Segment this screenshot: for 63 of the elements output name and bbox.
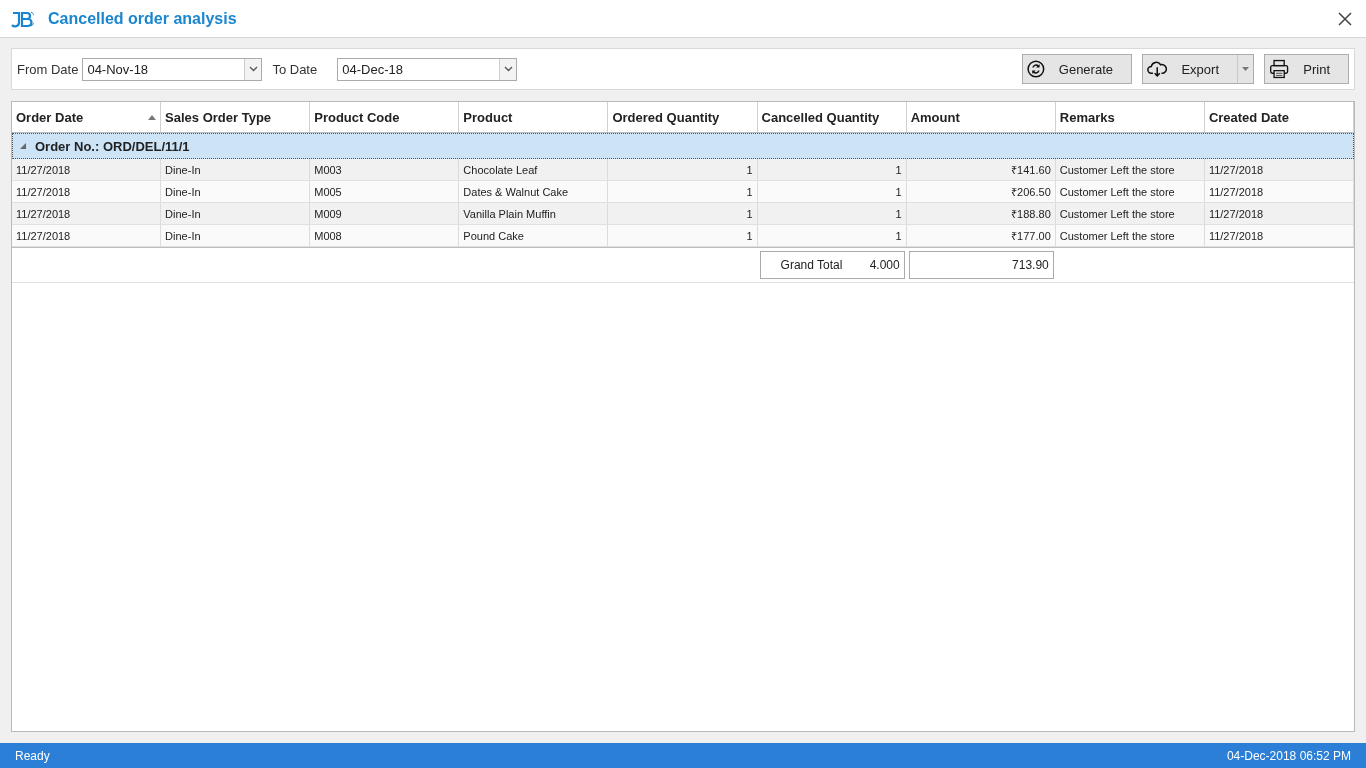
table-cell: 11/27/2018 [1204,225,1354,246]
table-cell: 11/27/2018 [12,159,162,180]
column-header[interactable]: Remarks [1055,102,1205,132]
table-cell: M008 [310,225,460,246]
date-label: To Date [272,61,318,77]
table-cell: M005 [310,181,460,202]
table-cell: 1 [608,181,758,202]
column-header[interactable]: Cancelled Quantity [757,102,907,132]
table-cell: ₹177.00 [906,225,1056,246]
status-text: Ready [15,748,50,763]
table-cell: Customer Left the store [1055,225,1205,246]
column-header[interactable]: Product [459,102,609,132]
group-row[interactable]: Order No.: ORD/DEL/11/1 [12,133,1354,159]
print-button[interactable]: Print [1264,54,1349,84]
chevron-down-icon [248,66,258,72]
date-label: From Date [17,61,79,77]
table-cell: 1 [608,159,758,180]
table-cell: Pound Cake [459,225,609,246]
table-cell: 1 [757,203,907,224]
table-cell: Dine-In [161,203,311,224]
date-dropdown[interactable]: 04-Dec-18 [337,57,518,81]
table-cell: M009 [310,203,460,224]
column-header[interactable]: Product Code [310,102,460,132]
table-cell: 11/27/2018 [1204,181,1354,202]
column-header[interactable]: Sales Order Type [161,102,311,132]
table-cell: Dine-In [161,181,311,202]
close-button[interactable] [1338,11,1352,26]
table-cell: 11/27/2018 [12,225,162,246]
table-cell: Customer Left the store [1055,181,1205,202]
table-cell: 1 [757,159,907,180]
column-header[interactable]: Amount [906,102,1056,132]
table-cell: Customer Left the store [1055,159,1205,180]
printer-icon [1269,57,1290,81]
grand-total-quantity: Grand Total 4.000 [759,251,905,279]
chevron-down-icon [503,66,513,72]
table-cell: M003 [310,159,460,180]
table-cell: 1 [757,181,907,202]
caret-icon [1242,67,1249,71]
generate-button[interactable]: Generate [1022,54,1132,84]
table-cell: Vanilla Plain Muffin [459,203,609,224]
date-dropdown[interactable]: 04-Nov-18 [82,57,263,81]
table-cell: 1 [608,225,758,246]
table-cell: Dates & Walnut Cake [459,181,609,202]
grand-total-amount: 713.90 [908,251,1054,279]
table-cell: Dine-In [161,159,311,180]
table-cell: ₹141.60 [906,159,1056,180]
status-datetime: 04-Dec-2018 06:52 PM [1226,748,1351,763]
table-cell: ₹188.80 [906,203,1056,224]
table-cell: ₹206.50 [906,181,1056,202]
table-cell: Customer Left the store [1055,203,1205,224]
table-cell: 1 [757,225,907,246]
window-title: Cancelled order analysis [48,9,238,28]
table-cell: 11/27/2018 [12,203,162,224]
table-cell: 11/27/2018 [1204,159,1354,180]
table-cell: 1 [608,203,758,224]
table-cell: Chocolate Leaf [459,159,609,180]
column-header[interactable]: Order Date [12,102,162,132]
table-cell: Dine-In [161,225,311,246]
column-header[interactable]: Ordered Quantity [608,102,758,132]
table-cell: 11/27/2018 [1204,203,1354,224]
close-icon [1338,11,1352,26]
column-header[interactable]: Created Date [1204,102,1354,132]
table-cell: 11/27/2018 [12,181,162,202]
